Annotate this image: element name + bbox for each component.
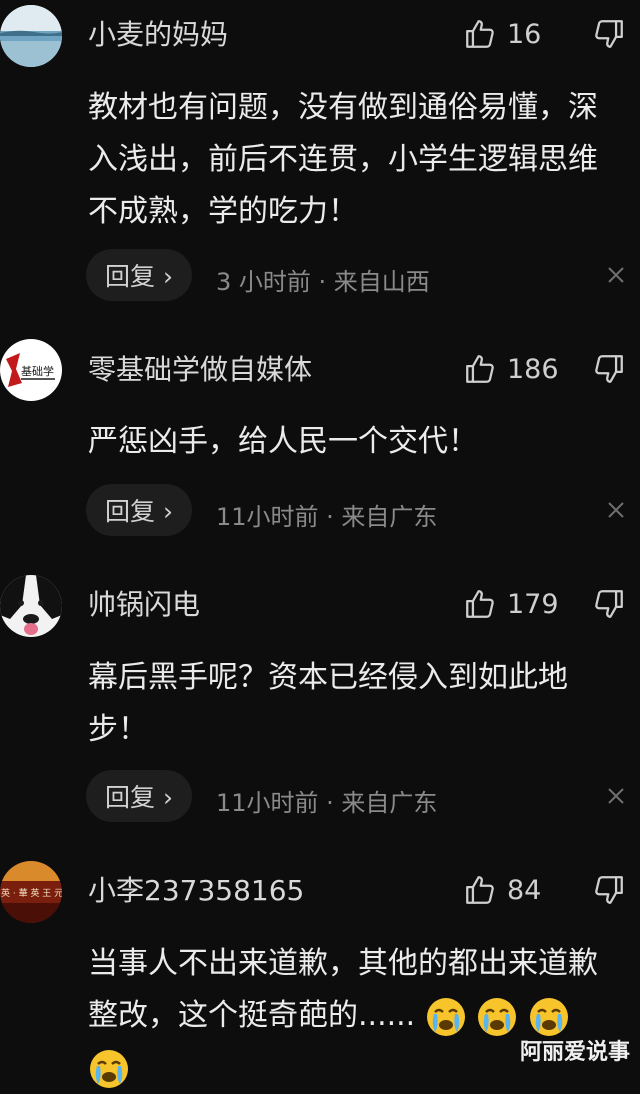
avatar-logo-text: 基础学	[21, 364, 54, 378]
avatar[interactable]	[0, 5, 62, 67]
reply-button[interactable]: 回复 ›	[86, 249, 192, 301]
username[interactable]: 小麦的妈妈	[88, 21, 228, 49]
username[interactable]: 小李237358165	[88, 877, 304, 905]
avatar[interactable]: 基础学	[0, 339, 62, 401]
thumbs-down-icon[interactable]	[592, 587, 626, 621]
comment-text: 严惩凶手，给人民一个交代！	[88, 424, 478, 459]
like-button[interactable]: 179	[463, 587, 559, 621]
crying-face-icon	[529, 997, 568, 1036]
crying-face-icon	[478, 997, 517, 1036]
comment-meta: 11小时前 · 来自广东	[216, 503, 438, 531]
close-icon[interactable]	[606, 500, 626, 520]
like-button[interactable]: 16	[463, 17, 541, 51]
avatar[interactable]	[0, 575, 62, 637]
reply-button[interactable]: 回复 ›	[86, 484, 192, 536]
comment-text-block: 当事人不出来道歉，其他的都出来道歉整改，这个挺奇葩的......	[88, 938, 618, 1094]
thumbs-up-icon	[466, 876, 494, 904]
username[interactable]: 零基础学做自媒体	[88, 356, 312, 384]
thumbs-up-icon	[466, 20, 494, 48]
crying-face-icon	[426, 997, 465, 1036]
reply-button[interactable]: 回复 ›	[86, 770, 192, 822]
like-button[interactable]: 186	[463, 352, 559, 386]
close-icon[interactable]	[606, 265, 626, 285]
close-icon[interactable]	[606, 786, 626, 806]
thumbs-up-icon	[466, 590, 494, 618]
comment-meta: 3 小时前 · 来自山西	[216, 268, 430, 296]
thumbs-down-icon[interactable]	[592, 873, 626, 907]
username[interactable]: 帅锅闪电	[88, 591, 200, 619]
like-count: 179	[507, 588, 559, 620]
thumbs-down-icon[interactable]	[592, 17, 626, 51]
like-button[interactable]: 84	[463, 873, 541, 907]
crying-face-icon	[90, 1049, 128, 1088]
avatar[interactable]: 英 · 華 英 王 元	[0, 861, 62, 923]
like-count: 16	[507, 18, 542, 50]
comment-text: 幕后黑手呢？资本已经侵入到如此地步！	[88, 660, 568, 747]
comment-meta: 11小时前 · 来自广东	[216, 789, 438, 817]
comment-text: 教材也有问题，没有做到通俗易懂，深入浅出，前后不连贯，小学生逻辑思维不成熟，学的…	[88, 90, 598, 229]
thumbs-down-icon[interactable]	[592, 352, 626, 386]
like-count: 84	[507, 874, 542, 906]
thumbs-up-icon	[466, 355, 494, 383]
avatar-logo-text: 英 · 華 英 王 元	[1, 887, 62, 899]
like-count: 186	[507, 353, 559, 385]
watermark: 阿丽爱说事	[519, 1040, 630, 1065]
comment-text: 当事人不出来道歉，其他的都出来道歉整改，这个挺奇葩的......	[88, 946, 598, 1033]
